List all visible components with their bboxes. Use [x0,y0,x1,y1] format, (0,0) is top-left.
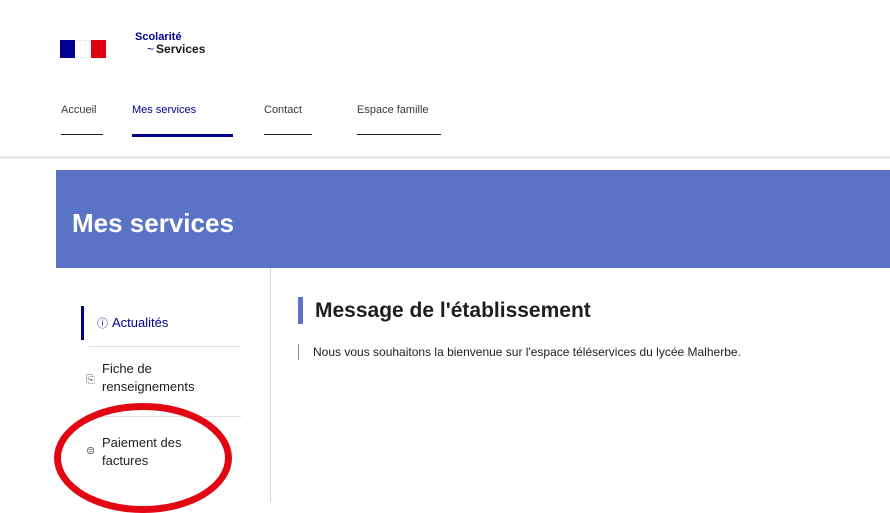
red-annotation-circle [54,403,232,513]
site-header: Scolarité ~ Services Accueil Mes services… [0,0,890,159]
nav-accueil[interactable]: Accueil [61,104,103,135]
brand-line-2: ~ Services [147,43,205,55]
page-title: Mes services [72,208,234,238]
info-icon: ⓘ [97,318,108,330]
brand-services-text: Services [156,42,206,56]
nav-espace-famille[interactable]: Espace famille [357,104,441,135]
active-indicator [81,306,84,340]
swirl-icon: ~ [147,42,155,56]
sidebar-divider [89,346,241,347]
nav-mes-services[interactable]: Mes services [132,104,233,137]
section-title: Message de l'établissement [298,297,591,324]
page-banner: Mes services [56,170,890,268]
document-icon: ⎘ [86,374,95,386]
establishment-message: Nous vous souhaitons la bienvenue sur l'… [298,344,741,360]
sidebar-item-fiche[interactable]: ⎘ Fiche de renseignements [86,360,236,396]
republic-flag-logo[interactable] [60,40,106,58]
sidebar-item-label: Fiche de renseignements [102,361,195,394]
sidebar-item-actualites[interactable]: ⓘ Actualités [81,306,257,340]
sidebar-item-label: Actualités [112,315,169,330]
nav-contact[interactable]: Contact [264,104,312,135]
brand-logo[interactable]: Scolarité ~ Services [135,31,205,55]
